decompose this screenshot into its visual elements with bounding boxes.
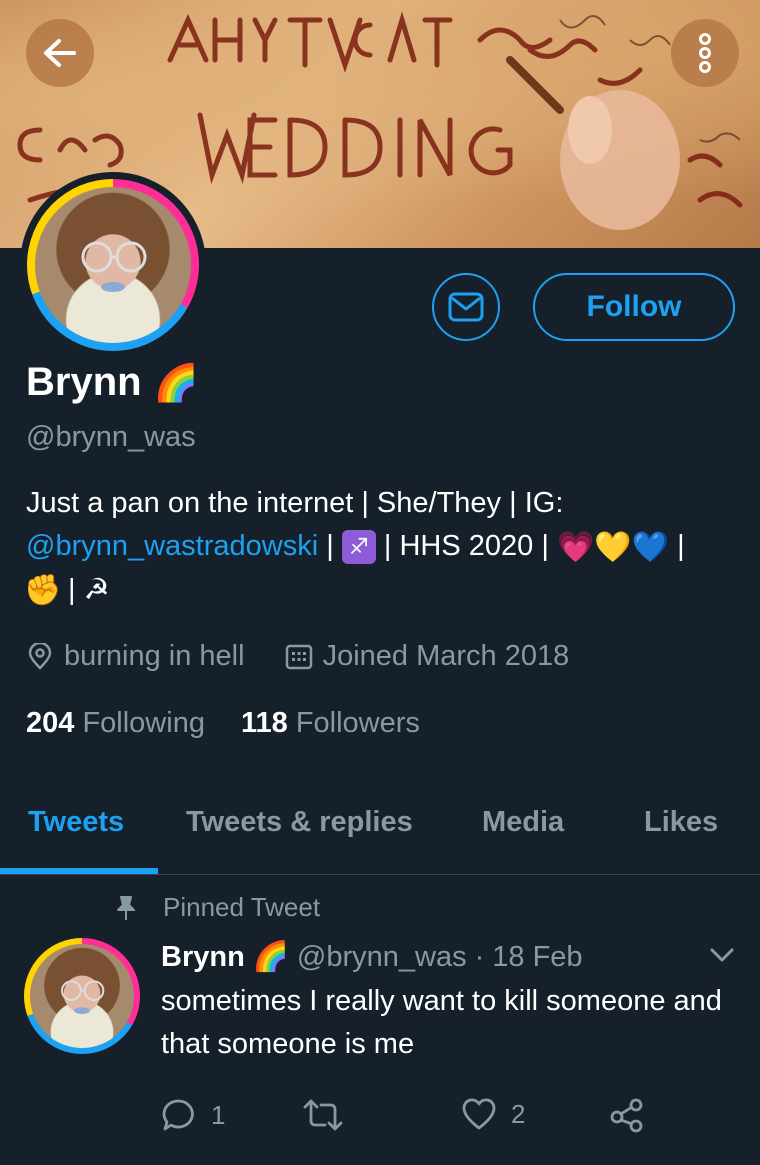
- location-pin-icon: [28, 642, 52, 670]
- pinned-label: Pinned Tweet: [163, 892, 321, 922]
- avatar-ring: [27, 179, 199, 351]
- share-button[interactable]: [609, 1097, 645, 1133]
- tweet-date: 18 Feb: [492, 940, 583, 973]
- like-count: 2: [511, 1098, 526, 1129]
- blue-heart-icon: 💙: [631, 530, 670, 564]
- profile-tabs: Tweets Tweets & replies Media Likes: [0, 780, 760, 875]
- profile-location: burning in hell: [64, 640, 245, 672]
- like-button[interactable]: 2: [461, 1097, 525, 1131]
- reply-count: 1: [211, 1099, 226, 1130]
- share-icon: [610, 1098, 643, 1133]
- pin-icon: [117, 895, 135, 920]
- profile-joined: Joined March 2018: [322, 640, 570, 672]
- envelope-icon: [448, 292, 484, 322]
- followers-count: 118: [240, 707, 288, 739]
- tab-tweets[interactable]: Tweets: [28, 806, 124, 839]
- arrow-left-icon: [44, 39, 76, 67]
- profile-name: Brynn 🌈: [26, 360, 198, 405]
- raised-fist-icon: ✊: [24, 574, 62, 608]
- profile-name-text: Brynn: [26, 360, 142, 404]
- bio-sep3: |: [60, 573, 84, 606]
- yellow-heart-icon: 💛: [594, 530, 632, 564]
- message-button[interactable]: [432, 273, 500, 341]
- profile-handle: @brynn_was: [26, 421, 196, 453]
- tweet-dot: ·: [474, 940, 485, 973]
- active-tab-indicator: [0, 868, 158, 874]
- pink-heart-icon: 💗: [556, 530, 595, 564]
- tweet-avatar-image: [30, 944, 134, 1048]
- calendar-icon: [285, 644, 312, 669]
- heart-icon: [462, 1098, 496, 1130]
- reply-icon: [162, 1099, 194, 1131]
- tweet-text: sometimes I really want to kill someone …: [161, 985, 722, 1060]
- more-vertical-icon: [699, 33, 711, 73]
- tweet-rainbow-emoji: 🌈: [252, 941, 289, 973]
- following-count: 204: [26, 707, 75, 739]
- profile-meta: burning in hell Joined March 2018: [26, 640, 569, 673]
- bio-hhs: | HHS 2020 |: [375, 530, 557, 562]
- sagittarius-icon: ♐: [341, 530, 376, 565]
- followers-label: Followers: [295, 707, 420, 739]
- retweet-button[interactable]: [301, 1097, 345, 1133]
- tweet-header: Brynn 🌈 @brynn_was · 18 Feb: [161, 940, 583, 974]
- avatar-face: [81, 241, 147, 292]
- tweet-handle[interactable]: @brynn_was: [297, 941, 467, 974]
- following-label: Following: [82, 707, 205, 739]
- profile-avatar[interactable]: [20, 172, 206, 358]
- tab-media[interactable]: Media: [482, 806, 564, 839]
- chevron-down-icon[interactable]: [708, 945, 736, 965]
- reply-button[interactable]: 1: [161, 1097, 225, 1133]
- tweet-avatar[interactable]: [24, 938, 140, 1054]
- tweet-author[interactable]: Brynn: [161, 941, 245, 974]
- profile-bio: Just a pan on the internet | She/They | …: [24, 482, 741, 612]
- bio-sep1: |: [318, 530, 342, 562]
- bio-line1: Just a pan on the internet | She/They | …: [26, 487, 564, 519]
- retweet-icon: [303, 1099, 343, 1131]
- follow-button[interactable]: Follow: [533, 273, 735, 341]
- avatar: [35, 187, 191, 343]
- back-button[interactable]: [26, 19, 94, 87]
- tab-tweets-replies[interactable]: Tweets & replies: [186, 806, 413, 839]
- profile-stats: 204 Following 118 Followers: [26, 707, 420, 740]
- tab-likes[interactable]: Likes: [644, 806, 718, 839]
- followers-stat[interactable]: 118 Followers: [241, 707, 420, 740]
- bio-ig-link[interactable]: @brynn_wastradowski: [26, 530, 318, 562]
- more-options-button[interactable]: [671, 19, 739, 87]
- pinned-indicator: Pinned Tweet: [115, 892, 320, 923]
- rainbow-emoji: 🌈: [153, 361, 199, 403]
- following-stat[interactable]: 204 Following: [26, 707, 205, 740]
- hammer-sickle-icon: ☭: [83, 573, 110, 606]
- tweet-avatar-face: [61, 980, 105, 1014]
- bio-sep2: |: [669, 530, 685, 562]
